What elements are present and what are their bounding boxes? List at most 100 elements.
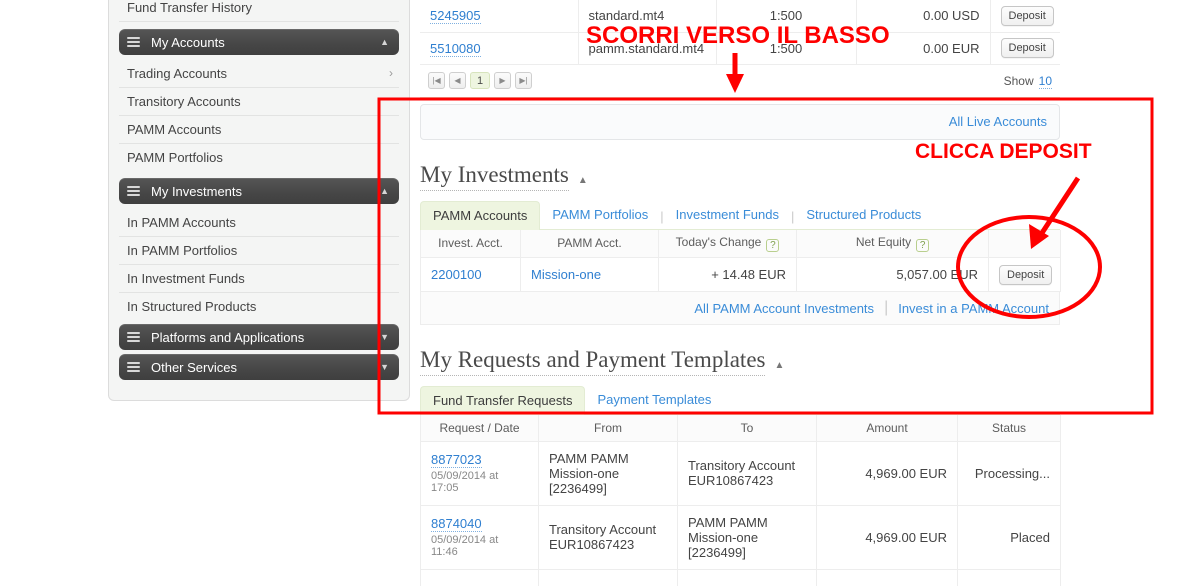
menu-icon xyxy=(127,184,140,198)
to-cell: PAMM PAMM Mission-one [2236499] xyxy=(677,504,817,570)
trading-accounts-table: 5245905 standard.mt4 1:500 0.00 USD Depo… xyxy=(420,0,1060,65)
sidebar-item-label: In Investment Funds xyxy=(127,271,245,286)
sidebar-item-pamm-portfolios[interactable]: PAMM Portfolios xyxy=(119,144,399,171)
rows-per-page-value[interactable]: 10 xyxy=(1038,73,1052,89)
invest-in-a-pamm-account-link[interactable]: Invest in a PAMM Account xyxy=(898,301,1049,316)
account-number-cell: 5245905 xyxy=(420,0,579,33)
request-date: 05/09/2014 at 17:05 xyxy=(431,470,499,494)
to-cell: Transitory Account EUR10867423 xyxy=(677,440,817,506)
account-type-cell: pamm.standard.mt4 xyxy=(578,32,717,65)
from-cell: PAMM PAMM Mission-one [2236499] xyxy=(538,440,678,506)
help-icon[interactable]: ? xyxy=(916,238,930,252)
left-sidebar: Fund Transfer History My Accounts ▲ Trad… xyxy=(108,0,410,401)
sidebar-item-pamm-accounts[interactable]: PAMM Accounts xyxy=(119,116,399,144)
deposit-cell: Deposit xyxy=(988,257,1061,292)
sidebar-item-label: In Structured Products xyxy=(127,299,257,314)
table-row[interactable]: 2200100 Mission-one + 14.48 EUR 5,057.00… xyxy=(420,257,1061,292)
sidebar-section-my-accounts[interactable]: My Accounts ▲ xyxy=(119,29,399,55)
deposit-button[interactable]: Deposit xyxy=(999,264,1053,285)
sidebar-item-in-investment-funds[interactable]: In Investment Funds xyxy=(119,265,399,293)
tab-payment-templates[interactable]: Payment Templates xyxy=(585,386,723,414)
column-header-to: To xyxy=(677,415,817,442)
invest-account-link[interactable]: 2200100 xyxy=(431,267,482,282)
pamm-account-link[interactable]: Mission-one xyxy=(531,267,601,282)
page-title[interactable]: My Investments xyxy=(420,162,569,191)
screenshot-root: Fund Transfer History My Accounts ▲ Trad… xyxy=(0,0,1202,586)
table-row[interactable] xyxy=(420,568,1061,586)
column-header-label: Net Equity xyxy=(855,234,912,249)
menu-icon xyxy=(127,35,140,49)
sidebar-item-fund-transfer-history[interactable]: Fund Transfer History xyxy=(119,0,399,22)
column-header-amount: Amount xyxy=(816,415,958,442)
my-investments-heading: My Investments ▲ xyxy=(420,162,1202,191)
column-header-invest-acct: Invest. Acct. xyxy=(420,229,521,258)
footer-separator: | xyxy=(884,299,889,316)
status-badge: Processing... xyxy=(957,440,1061,506)
pagination-last-button[interactable]: ▶| xyxy=(515,72,532,89)
column-header-from: From xyxy=(538,415,678,442)
sidebar-section-platforms-and-applications[interactable]: Platforms and Applications ▼ xyxy=(119,324,399,350)
sidebar-item-trading-accounts[interactable]: Trading Accounts › xyxy=(119,60,399,88)
sidebar-section-other-services[interactable]: Other Services ▼ xyxy=(119,354,399,380)
sidebar-item-in-structured-products[interactable]: In Structured Products xyxy=(119,293,399,320)
pagination-next-button[interactable]: ▶ xyxy=(494,72,511,89)
pagination-prev-button[interactable]: ◀ xyxy=(449,72,466,89)
balance-cell: 0.00 USD xyxy=(856,0,991,33)
all-live-accounts-link[interactable]: All Live Accounts xyxy=(949,114,1047,129)
collapse-icon[interactable]: ▲ xyxy=(578,175,588,191)
collapse-icon[interactable]: ▲ xyxy=(774,360,784,376)
leverage-cell: 1:500 xyxy=(716,0,857,33)
deposit-button[interactable]: Deposit xyxy=(1000,38,1054,58)
sidebar-section-label: Platforms and Applications xyxy=(151,329,305,345)
request-link[interactable]: 8877023 xyxy=(431,452,482,468)
chevron-down-icon: ▼ xyxy=(380,332,389,342)
request-link[interactable]: 8874040 xyxy=(431,516,482,532)
request-date: 05/09/2014 at 11:46 xyxy=(431,534,499,558)
column-header-pamm-acct: PAMM Acct. xyxy=(520,229,659,258)
fund-transfer-requests-table: Request / Date From To Amount Status 887… xyxy=(420,415,1061,586)
table-row[interactable]: 5510080 pamm.standard.mt4 1:500 0.00 EUR… xyxy=(420,32,1060,65)
tab-pamm-accounts[interactable]: PAMM Accounts xyxy=(420,200,541,230)
tab-pamm-portfolios[interactable]: PAMM Portfolios xyxy=(540,201,660,229)
tab-investment-funds[interactable]: Investment Funds xyxy=(664,201,791,229)
from-cell: Transitory Account EUR10867423 xyxy=(538,504,678,570)
deposit-cell: Deposit xyxy=(990,0,1060,33)
help-icon[interactable]: ? xyxy=(766,238,780,252)
investments-tab-bar: PAMM Accounts PAMM Portfolios | Investme… xyxy=(420,200,1060,230)
sidebar-section-my-investments[interactable]: My Investments ▲ xyxy=(119,178,399,204)
pagination-page-1[interactable]: 1 xyxy=(470,72,490,89)
pagination-first-button[interactable]: |◀ xyxy=(428,72,445,89)
sidebar-item-label: Trading Accounts xyxy=(127,66,227,81)
sidebar-item-in-pamm-accounts[interactable]: In PAMM Accounts xyxy=(119,209,399,237)
sidebar-item-label: Fund Transfer History xyxy=(127,0,252,15)
table-row[interactable]: 8874040 05/09/2014 at 11:46 Transitory A… xyxy=(420,504,1061,570)
investments-table-footer: All PAMM Account Investments | Invest in… xyxy=(420,292,1060,325)
leverage-cell: 1:500 xyxy=(716,32,857,65)
pamm-investments-table: Invest. Acct. PAMM Acct. Today's Change?… xyxy=(420,229,1061,292)
chevron-down-icon: ▼ xyxy=(380,362,389,372)
net-equity-cell: 5,057.00 EUR xyxy=(796,257,989,292)
pagination-bar: |◀ ◀ 1 ▶ ▶| Show 10 xyxy=(420,65,1060,98)
tab-fund-transfer-requests[interactable]: Fund Transfer Requests xyxy=(420,386,586,415)
deposit-cell: Deposit xyxy=(990,32,1060,65)
sidebar-item-transitory-accounts[interactable]: Transitory Accounts xyxy=(119,88,399,116)
tab-structured-products[interactable]: Structured Products xyxy=(794,201,933,229)
rows-per-page-label: Show 10 xyxy=(1004,73,1052,89)
my-requests-heading: My Requests and Payment Templates ▲ xyxy=(420,347,1202,376)
section-title[interactable]: My Requests and Payment Templates xyxy=(420,347,766,376)
chevron-right-icon: › xyxy=(389,66,393,80)
deposit-button[interactable]: Deposit xyxy=(1000,5,1054,26)
column-header-net-equity: Net Equity? xyxy=(796,229,989,258)
chevron-up-icon: ▲ xyxy=(380,186,389,196)
amount-cell: 4,969.00 EUR xyxy=(816,504,958,570)
account-link[interactable]: 5510080 xyxy=(430,40,481,57)
from-cell xyxy=(538,568,678,586)
menu-icon xyxy=(127,330,140,344)
sidebar-item-in-pamm-portfolios[interactable]: In PAMM Portfolios xyxy=(119,237,399,265)
account-link[interactable]: 5245905 xyxy=(430,8,481,25)
table-row[interactable]: 5245905 standard.mt4 1:500 0.00 USD Depo… xyxy=(420,0,1060,33)
table-row[interactable]: 8877023 05/09/2014 at 17:05 PAMM PAMM Mi… xyxy=(420,440,1061,506)
sidebar-item-label: In PAMM Accounts xyxy=(127,215,236,230)
main-content: 5245905 standard.mt4 1:500 0.00 USD Depo… xyxy=(420,0,1202,586)
all-pamm-account-investments-link[interactable]: All PAMM Account Investments xyxy=(694,301,874,316)
